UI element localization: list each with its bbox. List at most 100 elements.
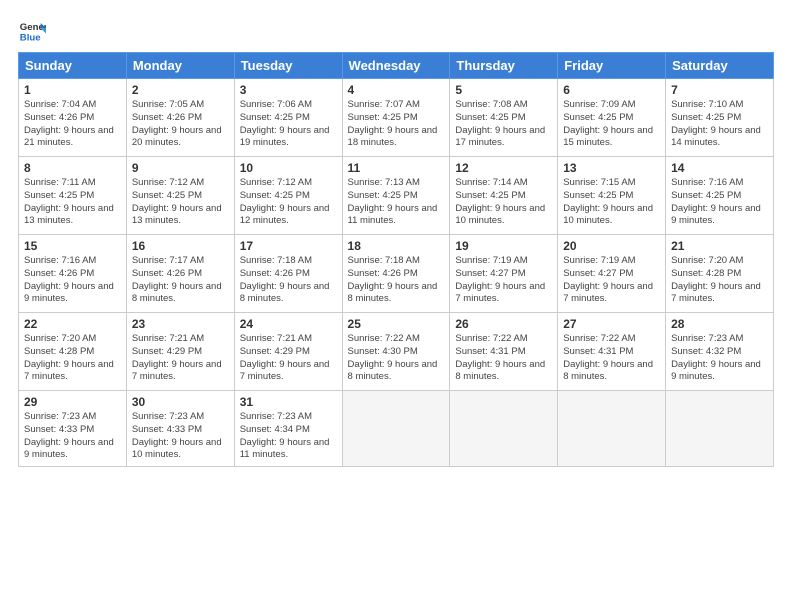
day-detail: Sunrise: 7:06 AM Sunset: 4:25 PM Dayligh… bbox=[240, 99, 337, 150]
day-detail: Sunrise: 7:09 AM Sunset: 4:25 PM Dayligh… bbox=[563, 99, 660, 150]
day-detail: Sunrise: 7:16 AM Sunset: 4:25 PM Dayligh… bbox=[671, 177, 768, 228]
day-number: 26 bbox=[455, 317, 552, 331]
day-detail: Sunrise: 7:20 AM Sunset: 4:28 PM Dayligh… bbox=[24, 333, 121, 384]
day-detail: Sunrise: 7:20 AM Sunset: 4:28 PM Dayligh… bbox=[671, 255, 768, 306]
calendar-cell: 14 Sunrise: 7:16 AM Sunset: 4:25 PM Dayl… bbox=[666, 157, 774, 235]
day-number: 28 bbox=[671, 317, 768, 331]
day-number: 4 bbox=[348, 83, 445, 97]
calendar-cell: 20 Sunrise: 7:19 AM Sunset: 4:27 PM Dayl… bbox=[558, 235, 666, 313]
day-number: 21 bbox=[671, 239, 768, 253]
calendar-cell: 24 Sunrise: 7:21 AM Sunset: 4:29 PM Dayl… bbox=[234, 313, 342, 391]
day-number: 18 bbox=[348, 239, 445, 253]
day-number: 15 bbox=[24, 239, 121, 253]
calendar-week-5: 29 Sunrise: 7:23 AM Sunset: 4:33 PM Dayl… bbox=[19, 391, 774, 467]
svg-text:Blue: Blue bbox=[20, 33, 41, 44]
day-number: 17 bbox=[240, 239, 337, 253]
day-number: 20 bbox=[563, 239, 660, 253]
day-detail: Sunrise: 7:18 AM Sunset: 4:26 PM Dayligh… bbox=[348, 255, 445, 306]
day-number: 22 bbox=[24, 317, 121, 331]
day-number: 14 bbox=[671, 161, 768, 175]
calendar-cell: 12 Sunrise: 7:14 AM Sunset: 4:25 PM Dayl… bbox=[450, 157, 558, 235]
calendar-cell: 9 Sunrise: 7:12 AM Sunset: 4:25 PM Dayli… bbox=[126, 157, 234, 235]
day-detail: Sunrise: 7:21 AM Sunset: 4:29 PM Dayligh… bbox=[240, 333, 337, 384]
day-detail: Sunrise: 7:13 AM Sunset: 4:25 PM Dayligh… bbox=[348, 177, 445, 228]
logo-icon: General Blue bbox=[18, 16, 46, 44]
day-detail: Sunrise: 7:07 AM Sunset: 4:25 PM Dayligh… bbox=[348, 99, 445, 150]
calendar-cell: 10 Sunrise: 7:12 AM Sunset: 4:25 PM Dayl… bbox=[234, 157, 342, 235]
calendar-week-2: 8 Sunrise: 7:11 AM Sunset: 4:25 PM Dayli… bbox=[19, 157, 774, 235]
day-number: 16 bbox=[132, 239, 229, 253]
day-detail: Sunrise: 7:23 AM Sunset: 4:34 PM Dayligh… bbox=[240, 411, 337, 462]
day-number: 9 bbox=[132, 161, 229, 175]
day-detail: Sunrise: 7:19 AM Sunset: 4:27 PM Dayligh… bbox=[563, 255, 660, 306]
calendar-cell: 13 Sunrise: 7:15 AM Sunset: 4:25 PM Dayl… bbox=[558, 157, 666, 235]
day-detail: Sunrise: 7:23 AM Sunset: 4:32 PM Dayligh… bbox=[671, 333, 768, 384]
day-detail: Sunrise: 7:11 AM Sunset: 4:25 PM Dayligh… bbox=[24, 177, 121, 228]
calendar-header-tuesday: Tuesday bbox=[234, 53, 342, 79]
day-number: 24 bbox=[240, 317, 337, 331]
calendar-cell: 29 Sunrise: 7:23 AM Sunset: 4:33 PM Dayl… bbox=[19, 391, 127, 467]
day-number: 1 bbox=[24, 83, 121, 97]
day-detail: Sunrise: 7:12 AM Sunset: 4:25 PM Dayligh… bbox=[132, 177, 229, 228]
calendar-cell: 6 Sunrise: 7:09 AM Sunset: 4:25 PM Dayli… bbox=[558, 79, 666, 157]
day-number: 12 bbox=[455, 161, 552, 175]
calendar-header-saturday: Saturday bbox=[666, 53, 774, 79]
day-number: 11 bbox=[348, 161, 445, 175]
calendar-header-row: SundayMondayTuesdayWednesdayThursdayFrid… bbox=[19, 53, 774, 79]
day-detail: Sunrise: 7:22 AM Sunset: 4:30 PM Dayligh… bbox=[348, 333, 445, 384]
calendar-cell: 30 Sunrise: 7:23 AM Sunset: 4:33 PM Dayl… bbox=[126, 391, 234, 467]
day-detail: Sunrise: 7:23 AM Sunset: 4:33 PM Dayligh… bbox=[132, 411, 229, 462]
calendar-header-wednesday: Wednesday bbox=[342, 53, 450, 79]
calendar-cell bbox=[342, 391, 450, 467]
calendar-cell: 11 Sunrise: 7:13 AM Sunset: 4:25 PM Dayl… bbox=[342, 157, 450, 235]
day-detail: Sunrise: 7:14 AM Sunset: 4:25 PM Dayligh… bbox=[455, 177, 552, 228]
day-detail: Sunrise: 7:17 AM Sunset: 4:26 PM Dayligh… bbox=[132, 255, 229, 306]
calendar-cell: 19 Sunrise: 7:19 AM Sunset: 4:27 PM Dayl… bbox=[450, 235, 558, 313]
logo: General Blue bbox=[18, 16, 50, 44]
calendar-cell: 4 Sunrise: 7:07 AM Sunset: 4:25 PM Dayli… bbox=[342, 79, 450, 157]
day-number: 3 bbox=[240, 83, 337, 97]
calendar-cell: 5 Sunrise: 7:08 AM Sunset: 4:25 PM Dayli… bbox=[450, 79, 558, 157]
calendar-cell: 31 Sunrise: 7:23 AM Sunset: 4:34 PM Dayl… bbox=[234, 391, 342, 467]
calendar-cell: 7 Sunrise: 7:10 AM Sunset: 4:25 PM Dayli… bbox=[666, 79, 774, 157]
day-detail: Sunrise: 7:19 AM Sunset: 4:27 PM Dayligh… bbox=[455, 255, 552, 306]
calendar-cell: 28 Sunrise: 7:23 AM Sunset: 4:32 PM Dayl… bbox=[666, 313, 774, 391]
day-detail: Sunrise: 7:18 AM Sunset: 4:26 PM Dayligh… bbox=[240, 255, 337, 306]
calendar-header-sunday: Sunday bbox=[19, 53, 127, 79]
calendar-header-friday: Friday bbox=[558, 53, 666, 79]
day-detail: Sunrise: 7:23 AM Sunset: 4:33 PM Dayligh… bbox=[24, 411, 121, 462]
calendar-cell bbox=[558, 391, 666, 467]
day-number: 25 bbox=[348, 317, 445, 331]
day-detail: Sunrise: 7:04 AM Sunset: 4:26 PM Dayligh… bbox=[24, 99, 121, 150]
day-detail: Sunrise: 7:21 AM Sunset: 4:29 PM Dayligh… bbox=[132, 333, 229, 384]
calendar-cell: 17 Sunrise: 7:18 AM Sunset: 4:26 PM Dayl… bbox=[234, 235, 342, 313]
day-detail: Sunrise: 7:15 AM Sunset: 4:25 PM Dayligh… bbox=[563, 177, 660, 228]
calendar-cell: 16 Sunrise: 7:17 AM Sunset: 4:26 PM Dayl… bbox=[126, 235, 234, 313]
day-number: 29 bbox=[24, 395, 121, 409]
calendar-cell: 18 Sunrise: 7:18 AM Sunset: 4:26 PM Dayl… bbox=[342, 235, 450, 313]
day-number: 7 bbox=[671, 83, 768, 97]
calendar-cell: 26 Sunrise: 7:22 AM Sunset: 4:31 PM Dayl… bbox=[450, 313, 558, 391]
day-number: 31 bbox=[240, 395, 337, 409]
calendar-cell: 1 Sunrise: 7:04 AM Sunset: 4:26 PM Dayli… bbox=[19, 79, 127, 157]
day-number: 2 bbox=[132, 83, 229, 97]
calendar-cell: 25 Sunrise: 7:22 AM Sunset: 4:30 PM Dayl… bbox=[342, 313, 450, 391]
calendar-page: General Blue SundayMondayTuesdayWednesda… bbox=[0, 0, 792, 477]
calendar-table: SundayMondayTuesdayWednesdayThursdayFrid… bbox=[18, 52, 774, 467]
calendar-cell: 21 Sunrise: 7:20 AM Sunset: 4:28 PM Dayl… bbox=[666, 235, 774, 313]
calendar-cell: 2 Sunrise: 7:05 AM Sunset: 4:26 PM Dayli… bbox=[126, 79, 234, 157]
calendar-cell: 23 Sunrise: 7:21 AM Sunset: 4:29 PM Dayl… bbox=[126, 313, 234, 391]
day-number: 8 bbox=[24, 161, 121, 175]
day-detail: Sunrise: 7:12 AM Sunset: 4:25 PM Dayligh… bbox=[240, 177, 337, 228]
day-number: 27 bbox=[563, 317, 660, 331]
calendar-cell bbox=[450, 391, 558, 467]
day-detail: Sunrise: 7:10 AM Sunset: 4:25 PM Dayligh… bbox=[671, 99, 768, 150]
calendar-header-thursday: Thursday bbox=[450, 53, 558, 79]
day-detail: Sunrise: 7:22 AM Sunset: 4:31 PM Dayligh… bbox=[563, 333, 660, 384]
calendar-cell: 15 Sunrise: 7:16 AM Sunset: 4:26 PM Dayl… bbox=[19, 235, 127, 313]
day-number: 30 bbox=[132, 395, 229, 409]
day-number: 6 bbox=[563, 83, 660, 97]
calendar-cell bbox=[666, 391, 774, 467]
header: General Blue bbox=[18, 16, 774, 44]
day-detail: Sunrise: 7:22 AM Sunset: 4:31 PM Dayligh… bbox=[455, 333, 552, 384]
